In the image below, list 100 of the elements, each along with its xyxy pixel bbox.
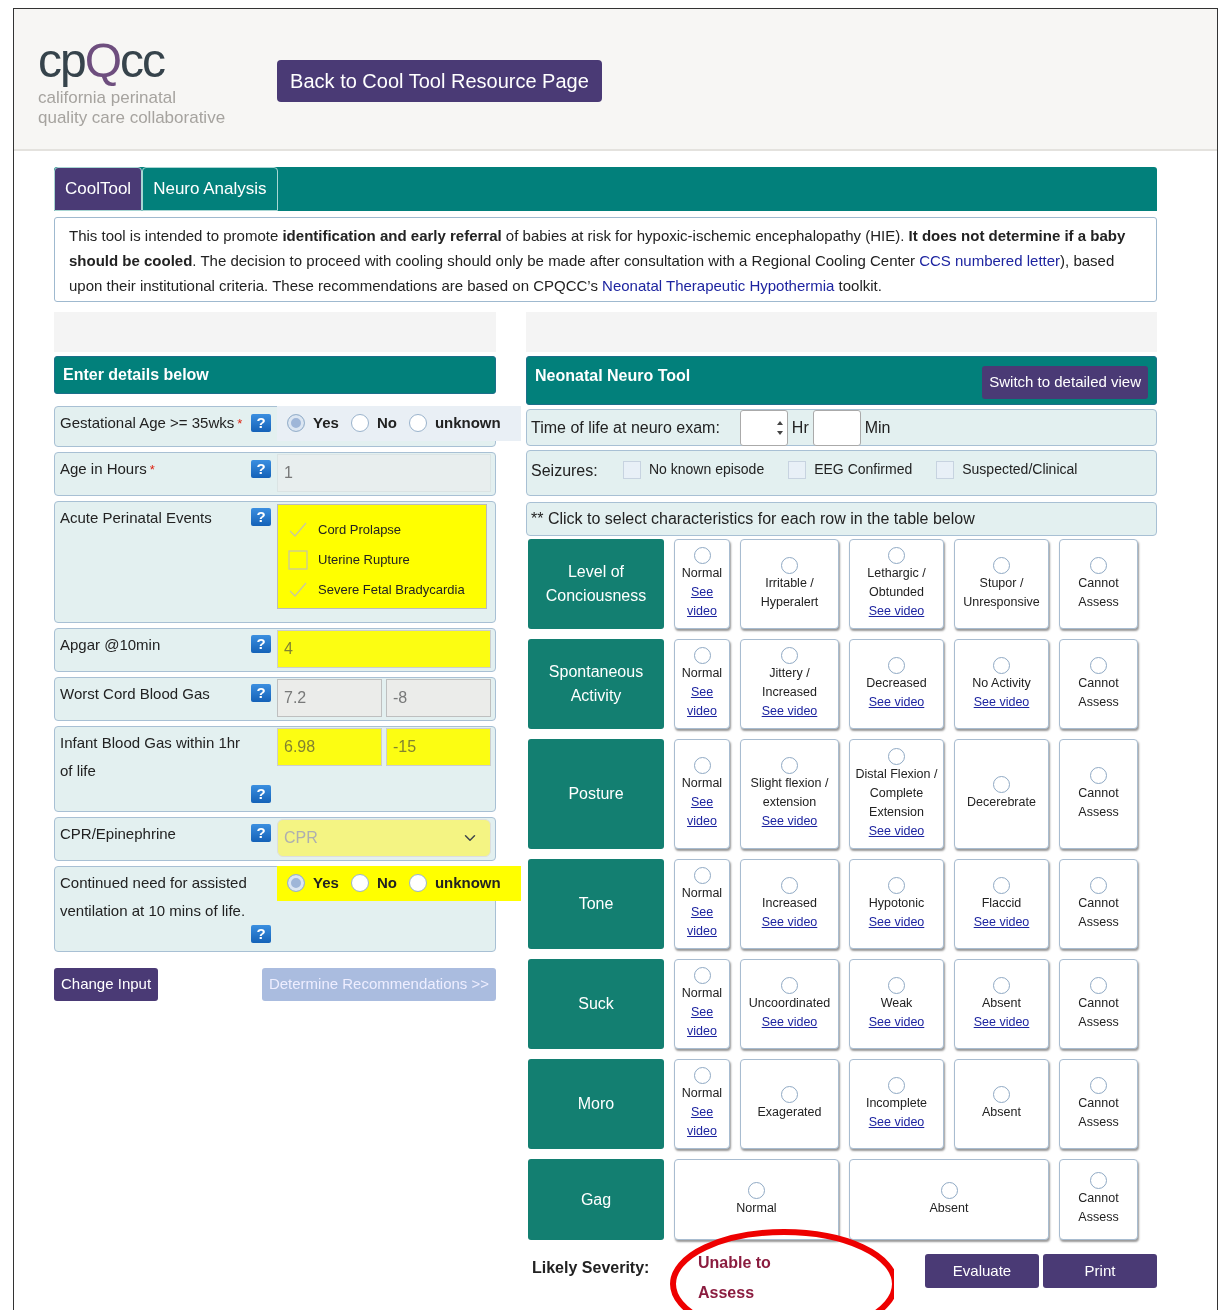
option-card[interactable]: No Activity See video [954,639,1049,729]
option-card[interactable]: Decreased See video [849,639,944,729]
video-link[interactable]: See video [868,692,925,712]
input-field[interactable] [812,409,861,446]
help-icon[interactable]: ? [251,414,271,432]
radio-button[interactable] [888,547,905,564]
video-link[interactable]: See video [761,702,818,721]
option-card[interactable]: Lethargic / Obtunded See video [849,539,944,629]
radio-label[interactable]: No [376,872,397,895]
option-card[interactable]: Distal Flexion / Complete Extension See video [849,739,944,849]
tab[interactable]: Neuro Analysis [142,167,278,211]
radio-button[interactable] [1090,876,1107,894]
option-card[interactable]: Absent [849,1159,1049,1240]
option-card[interactable]: Incomplete See video [849,1059,944,1149]
radio-button[interactable] [781,647,798,664]
radio-button[interactable] [993,976,1010,994]
radio-button[interactable] [1090,976,1107,994]
radio-button[interactable] [888,747,905,765]
help-icon[interactable]: ? [251,785,271,803]
radio-button[interactable] [1090,556,1107,574]
video-link[interactable]: See video [973,912,1030,932]
option-card[interactable]: Absent See video [954,959,1049,1049]
option-card[interactable]: Exagerated [740,1059,839,1149]
video-link[interactable]: See video [973,692,1030,712]
radio-button[interactable] [693,967,711,984]
action-button[interactable]: Print [1043,1254,1157,1288]
option-card[interactable]: Cannot Assess [1059,739,1138,849]
radio-label[interactable]: Yes [313,412,339,435]
checkbox[interactable] [788,460,807,479]
checkbox-label[interactable]: Severe Fetal Bradycardia [318,580,465,600]
radio-button[interactable] [888,656,905,674]
radio-label[interactable]: unknown [434,412,501,435]
option-card[interactable]: Normal See video [674,1059,730,1149]
radio-button[interactable] [693,1067,711,1084]
radio-button[interactable] [748,1181,765,1199]
back-button[interactable]: Back to Cool Tool Resource Page [277,60,602,102]
radio-button[interactable] [888,876,905,894]
radio-button[interactable] [1090,656,1107,674]
video-link[interactable]: See video [676,1103,728,1141]
help-icon[interactable]: ? [251,684,271,702]
video-link[interactable]: See video [868,821,925,841]
help-icon[interactable]: ? [251,508,271,526]
radio-button[interactable] [781,876,798,894]
radio-button[interactable] [1090,1172,1107,1189]
option-card[interactable]: Flaccid See video [954,859,1049,949]
option-card[interactable]: Normal See video [674,539,730,629]
video-link[interactable]: See video [676,793,728,831]
radio-button[interactable] [693,757,711,774]
radio-button[interactable] [993,776,1010,793]
option-card[interactable]: Normal See video [674,859,730,949]
help-icon[interactable]: ? [251,925,271,943]
radio-label[interactable]: Yes [313,872,339,895]
radio-button[interactable] [693,547,711,564]
radio-button[interactable] [781,757,798,774]
radio-button[interactable] [408,414,427,433]
option-card[interactable]: Slight flexion / extension See video [740,739,839,849]
radio-label[interactable]: No [376,412,397,435]
video-link[interactable]: See video [761,1012,818,1032]
video-link[interactable]: See video [973,1012,1030,1032]
video-link[interactable]: See video [676,1003,728,1041]
help-icon[interactable]: ? [251,460,271,478]
radio-label[interactable]: unknown [434,872,501,895]
checkbox[interactable] [623,460,641,479]
option-card[interactable]: Irritable / Hyperalert [740,539,839,629]
tab[interactable]: CoolTool [54,167,143,211]
video-link[interactable]: See video [761,812,818,831]
video-link[interactable]: See video [676,683,728,721]
option-card[interactable]: Cannot Assess [1059,1059,1138,1149]
option-card[interactable]: Increased See video [740,859,839,949]
radio-button[interactable] [693,647,711,664]
radio-button[interactable] [993,656,1010,674]
radio-button[interactable] [408,874,427,893]
video-link[interactable]: See video [676,583,728,621]
radio-button[interactable] [1090,766,1107,784]
video-link[interactable]: See video [868,602,925,621]
number-field[interactable] [739,409,788,446]
checkbox-label[interactable]: No known episode [649,459,765,480]
radio-button[interactable] [993,876,1010,894]
option-card[interactable]: Normal See video [674,639,730,729]
radio-button[interactable] [888,1076,905,1094]
option-card[interactable]: Decerebrate [954,739,1049,849]
radio-button[interactable] [993,1086,1010,1103]
radio-button[interactable] [888,976,905,994]
radio-button[interactable] [287,874,305,893]
radio-button[interactable] [350,414,369,433]
link[interactable]: CCS numbered letter [919,252,1061,269]
link[interactable]: Neonatal Therapeutic Hypothermia [602,277,835,294]
option-card[interactable]: Normal See video [674,959,730,1049]
radio-button[interactable] [940,1181,958,1199]
video-link[interactable]: See video [868,1112,925,1132]
option-card[interactable]: Stupor / Unresponsive [954,539,1049,629]
video-link[interactable]: See video [676,903,728,941]
checkbox-label[interactable]: Uterine Rupture [318,550,410,570]
option-card[interactable]: Uncoordinated See video [740,959,839,1049]
radio-button[interactable] [693,867,711,884]
radio-button[interactable] [781,1086,798,1103]
radio-button[interactable] [350,874,369,893]
option-card[interactable]: Cannot Assess [1059,1159,1138,1240]
radio-button[interactable] [287,414,305,433]
video-link[interactable]: See video [868,912,925,932]
